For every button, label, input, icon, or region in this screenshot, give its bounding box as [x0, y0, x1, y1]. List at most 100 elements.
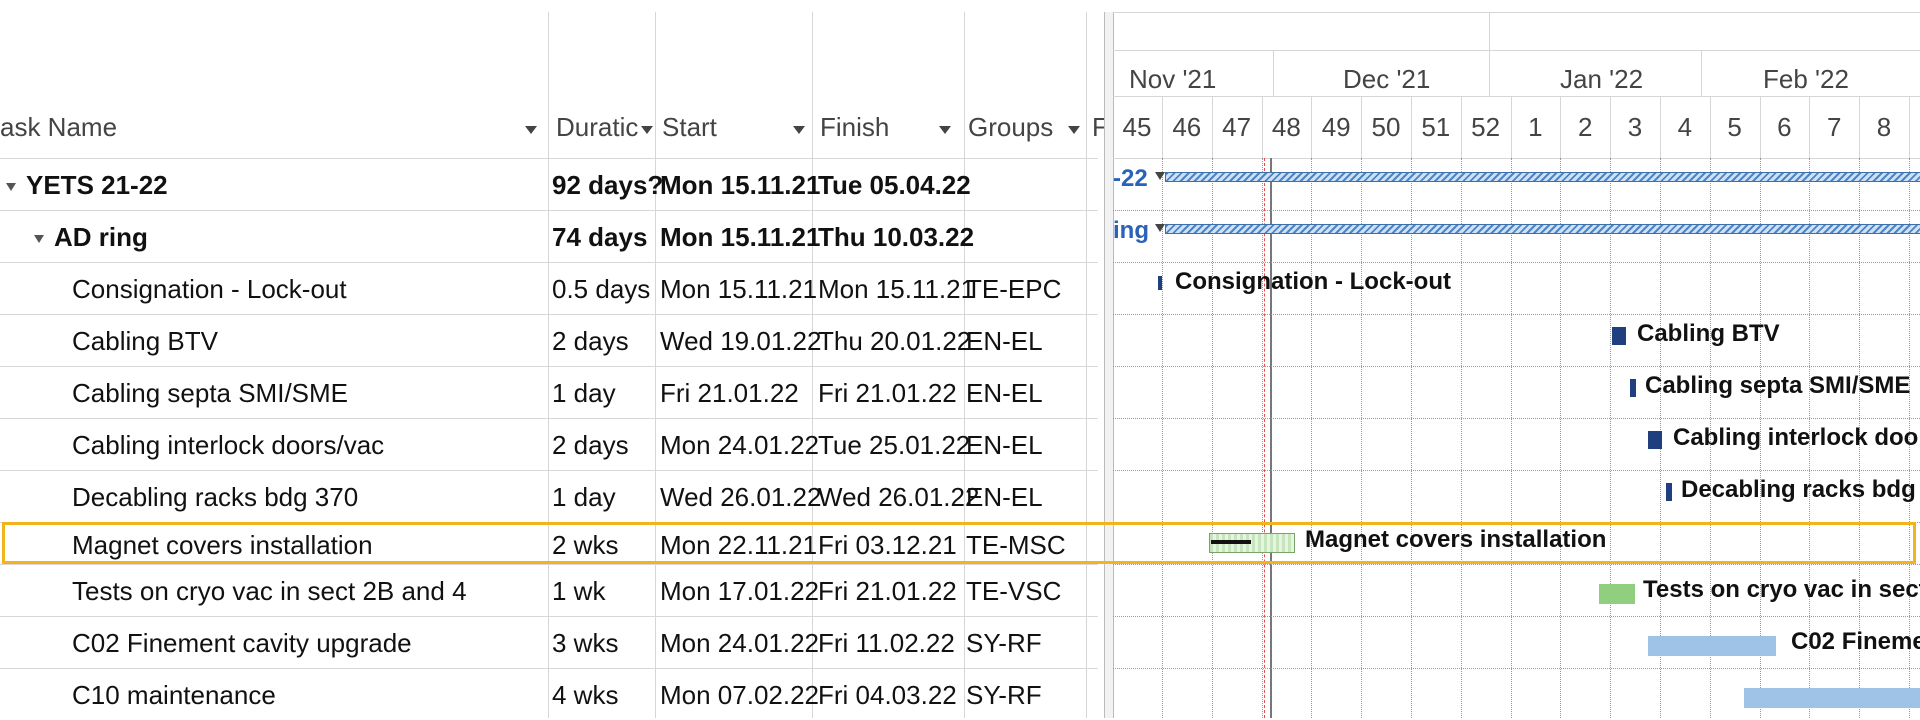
task-bar[interactable] [1666, 483, 1672, 501]
gantt-row-line [1113, 668, 1920, 669]
column-header-task-name[interactable]: ask Name [0, 112, 117, 143]
week-label: 45 [1122, 112, 1152, 142]
task-bar[interactable] [1744, 688, 1920, 708]
table-row[interactable]: Cabling BTV 2 days Wed 19.01.22 Thu 20.0… [0, 314, 1098, 366]
timescale-divider [1113, 158, 1920, 159]
task-bar[interactable] [1648, 636, 1776, 656]
filter-arrow-icon[interactable] [525, 126, 537, 134]
gantt-row-line [1113, 314, 1920, 315]
gantt-chart: Nov '21 Dec '21 Jan '22 Feb '22 45 46 47 48… [1113, 0, 1920, 718]
table-row[interactable]: Cabling septa SMI/SME 1 day Fri 21.01.22… [0, 366, 1098, 418]
task-groups: TE-MSC [966, 530, 1066, 560]
task-bar-label: Cabling interlock doors/v [1673, 424, 1920, 451]
task-bar[interactable] [1648, 431, 1662, 449]
gantt-column-line [1510, 158, 1512, 718]
table-row[interactable]: YETS 21-22 92 days? Mon 15.11.21 Tue 05.… [0, 158, 1098, 210]
timescale-divider [1489, 12, 1490, 96]
column-header-duration[interactable]: Duratic [556, 112, 638, 143]
filter-arrow-icon[interactable] [641, 126, 653, 134]
table-row[interactable]: C10 maintenance 4 wks Mon 07.02.22 Fri 0… [0, 668, 1098, 720]
task-duration: 2 days [552, 430, 629, 460]
task-name: Magnet covers installation [72, 530, 373, 560]
gantt-column-line [1410, 158, 1412, 718]
task-bar-label: Cabling septa SMI/SME [1645, 372, 1911, 399]
gantt-top-border [1113, 12, 1920, 13]
task-finish: Fri 21.01.22 [818, 576, 957, 606]
gantt-row-line [1113, 522, 1920, 523]
task-bar-label: Magnet covers installation [1305, 526, 1607, 553]
task-bar[interactable] [1599, 584, 1635, 604]
gantt-column-line [1311, 158, 1313, 718]
gantt-row-line [1113, 210, 1920, 211]
task-duration: 1 day [552, 378, 616, 408]
week-label: 50 [1371, 112, 1401, 142]
task-duration: 2 wks [552, 530, 619, 560]
task-name: Tests on cryo vac in sect 2B and 4 [72, 576, 467, 606]
week-label: 47 [1222, 112, 1252, 142]
task-bar[interactable] [1612, 327, 1626, 345]
today-line [1264, 158, 1265, 718]
month-label: Jan '22 [1560, 64, 1644, 94]
task-duration: 4 wks [552, 680, 619, 710]
summary-label: ing [1113, 217, 1149, 244]
week-label: 52 [1471, 112, 1501, 142]
table-row[interactable]: Consignation - Lock-out 0.5 days Mon 15.… [0, 262, 1098, 314]
task-progress-bar [1211, 540, 1251, 544]
filter-arrow-icon[interactable] [939, 126, 951, 134]
task-bar[interactable] [1630, 379, 1636, 397]
task-bar-label: Consignation - Lock-out [1175, 268, 1451, 295]
task-duration: 1 day [552, 482, 616, 512]
column-header-start[interactable]: Start [662, 112, 717, 143]
task-name: Cabling interlock doors/vac [72, 430, 385, 460]
task-start: Wed 19.01.22 [660, 326, 822, 356]
month-label: Dec '21 [1343, 64, 1431, 94]
task-finish: Fri 04.03.22 [818, 680, 957, 710]
task-start: Mon 15.11.21 [660, 222, 821, 252]
task-start: Mon 24.01.22 [660, 628, 820, 658]
task-bar-label: Cabling BTV [1637, 320, 1780, 347]
gantt-column-line [1610, 158, 1612, 718]
week-label: 49 [1321, 112, 1351, 142]
task-duration: 0.5 days [552, 274, 651, 304]
task-groups: SY-RF [966, 628, 1042, 658]
collapse-triangle-icon[interactable] [6, 183, 16, 192]
filter-arrow-icon[interactable] [1068, 126, 1080, 134]
task-name: Cabling septa SMI/SME [72, 378, 349, 408]
week-label: 4 [1677, 112, 1693, 142]
summary-bar[interactable] [1165, 172, 1920, 182]
table-row[interactable]: Decabling racks bdg 370 1 day Wed 26.01.… [0, 470, 1098, 522]
task-finish: Fri 11.02.22 [818, 628, 955, 658]
summary-bar[interactable] [1165, 224, 1920, 234]
task-bar-label: Tests on cryo vac in sect 2B [1643, 576, 1920, 603]
filter-arrow-icon[interactable] [793, 126, 805, 134]
task-duration: 74 days [552, 222, 648, 252]
task-duration: 3 wks [552, 628, 619, 658]
column-header-groups[interactable]: Groups [968, 112, 1053, 143]
week-label: 8 [1876, 112, 1892, 142]
column-header-finish[interactable]: Finish [820, 112, 889, 143]
task-finish: Mon 15.11.21 [818, 274, 976, 304]
task-groups: EN-EL [966, 482, 1043, 512]
task-start: Mon 15.11.21 [660, 274, 818, 304]
table-row[interactable]: Cabling interlock doors/vac 2 days Mon 2… [0, 418, 1098, 470]
task-finish: Tue 05.04.22 [818, 170, 971, 200]
timescale-divider [1701, 50, 1702, 96]
gantt-row-line [1113, 564, 1920, 565]
status-date-line [1270, 158, 1272, 718]
task-duration: 2 days [552, 326, 629, 356]
collapse-triangle-icon[interactable] [34, 235, 44, 244]
task-groups: EN-EL [966, 378, 1043, 408]
task-groups: TE-VSC [966, 576, 1062, 606]
task-bar[interactable] [1158, 276, 1162, 290]
task-bar-label: C02 Finemen [1791, 628, 1920, 655]
gantt-column-line [1261, 158, 1263, 718]
week-label: 48 [1271, 112, 1301, 142]
summary-start-marker-icon [1155, 224, 1165, 232]
table-row[interactable]: Tests on cryo vac in sect 2B and 4 1 wk … [0, 564, 1098, 616]
week-label: 9 [1910, 112, 1920, 143]
table-row[interactable]: C02 Finement cavity upgrade 3 wks Mon 24… [0, 616, 1098, 668]
month-label: Feb '22 [1763, 64, 1849, 94]
week-label: 46 [1172, 112, 1202, 142]
task-name: AD ring [54, 222, 148, 252]
table-row[interactable]: AD ring 74 days Mon 15.11.21 Thu 10.03.2… [0, 210, 1098, 262]
